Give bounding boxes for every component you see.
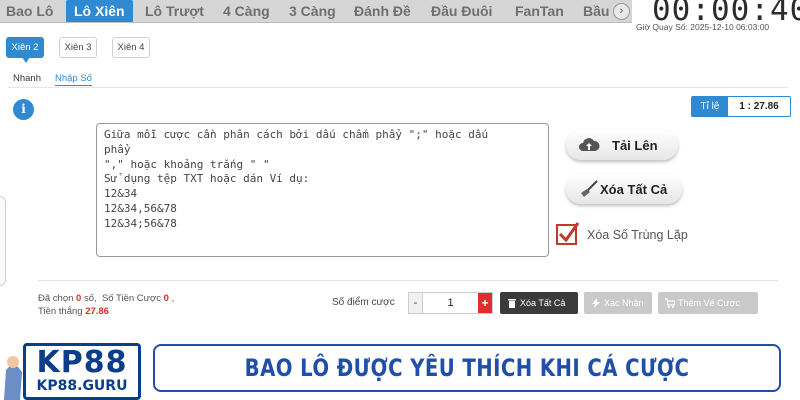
tab-xien-3[interactable]: Xiên 3 [59, 37, 97, 58]
bet-numbers-textarea[interactable]: Giữa mỗi cược cần phân cách bởi dấu chấm… [96, 123, 549, 257]
upload-button[interactable]: Tải Lên [566, 130, 678, 160]
decrement-button[interactable]: - [409, 293, 423, 313]
side-handle[interactable] [0, 196, 6, 286]
kp88-logo: KP88 KP88.GURU [23, 343, 141, 400]
tab-danh-de[interactable]: Đánh Đề [354, 0, 411, 22]
page: Bao Lô Lô Xiên Lô Trượt 4 Càng 3 Càng Đá… [0, 0, 800, 400]
odds-value: 1 : 27.86 [739, 101, 779, 112]
clear-all-button-label: Xóa Tất Cả [520, 298, 566, 308]
selected-unit: số, [83, 293, 97, 304]
placeholder-line: 12&34,56&78 [104, 201, 177, 215]
mode-nhanh[interactable]: Nhanh [13, 73, 41, 84]
chevron-right-icon[interactable]: › [613, 3, 630, 20]
tab-xien-2[interactable]: Xiên 2 [6, 37, 44, 63]
win-amount-label: Tiền thắng [38, 306, 83, 317]
add-to-slip-button[interactable]: Thêm Vé Cược [658, 292, 758, 314]
logo-sub-text: KP88.GURU [36, 378, 128, 394]
increment-button[interactable]: + [478, 293, 492, 313]
placeholder-line: Sử dụng tệp TXT hoặc dán Ví dụ: [104, 172, 310, 186]
draw-time-label: Giờ Quay Số: 2025-12-10 06:03:00 [636, 22, 770, 32]
divider [8, 87, 788, 88]
tab-dau-duoi[interactable]: Đầu Đuôi [431, 0, 492, 22]
mode-nhap-so[interactable]: Nhập Số [55, 73, 92, 86]
clear-all-label: Xóa Tất Cả [600, 182, 668, 197]
bet-amount-label: Số Tiền Cược [101, 293, 161, 304]
headline-banner: BAO LÔ ĐƯỢC YÊU THÍCH KHI CÁ CƯỢC [153, 344, 781, 392]
clear-all-side-button[interactable]: Xóa Tất Cả [566, 174, 682, 204]
add-to-slip-label: Thêm Vé Cược [678, 298, 740, 308]
win-summary: Tiền thắng 27.86 [38, 306, 109, 317]
dedupe-label: Xóa Số Trùng Lặp [587, 228, 688, 242]
tab-bao-lo[interactable]: Bao Lô [6, 0, 53, 22]
bet-amount-suffix: , [171, 293, 175, 304]
tab-lo-truot[interactable]: Lô Trượt [145, 0, 204, 22]
divider [38, 280, 778, 281]
bet-points-stepper: - 1 + [408, 292, 493, 314]
logo-main-text: KP88 [36, 345, 128, 380]
dedupe-checkbox[interactable] [556, 221, 580, 245]
confirm-button-label: Xác Nhận [604, 298, 644, 308]
bolt-icon [592, 298, 600, 308]
clear-all-button[interactable]: Xóa Tất Cả [500, 292, 578, 314]
cloud-upload-icon [579, 138, 600, 151]
confirm-button[interactable]: Xác Nhận [584, 292, 652, 314]
selected-count: 0 [76, 293, 82, 304]
broom-icon [581, 180, 598, 197]
placeholder-line: "," hoặc khoảng trắng " " [104, 157, 270, 171]
bet-summary: Đã chọn 0 số, Số Tiền Cược 0 , [38, 293, 174, 304]
upload-label: Tải Lên [612, 138, 658, 153]
placeholder-line: Giữa mỗi cược cần phân cách bởi dấu chấm… [104, 128, 489, 141]
tab-xien-4[interactable]: Xiên 4 [112, 37, 150, 58]
odds-label: Tỉ lệ [692, 97, 728, 116]
trash-icon [508, 299, 516, 308]
placeholder-line: 12&34 [104, 187, 138, 201]
placeholder-line: phẩy [104, 142, 131, 156]
selected-label: Đã chọn [38, 293, 74, 304]
tab-3-cang[interactable]: 3 Càng [289, 0, 336, 22]
mascot-figure-icon [4, 356, 22, 400]
bet-points-input[interactable]: 1 [423, 293, 478, 313]
bet-points-label: Số điểm cược [332, 297, 395, 308]
cart-icon [665, 298, 675, 308]
placeholder-line: 12&34;56&78 [104, 216, 177, 230]
win-amount-value: 27.86 [85, 306, 109, 317]
info-icon[interactable]: i [13, 99, 34, 120]
tab-fantan[interactable]: FanTan [515, 0, 564, 22]
game-type-nav: Bao Lô Lô Xiên Lô Trượt 4 Càng 3 Càng Đá… [0, 0, 632, 23]
tab-bau[interactable]: Bầu [583, 0, 609, 22]
headline-text: BAO LÔ ĐƯỢC YÊU THÍCH KHI CÁ CƯỢC [244, 354, 690, 382]
bet-amount-value: 0 [163, 293, 169, 304]
tab-lo-xien[interactable]: Lô Xiên [66, 0, 133, 22]
tab-4-cang[interactable]: 4 Càng [223, 0, 270, 22]
odds-rate: Tỉ lệ 1 : 27.86 [691, 96, 791, 117]
